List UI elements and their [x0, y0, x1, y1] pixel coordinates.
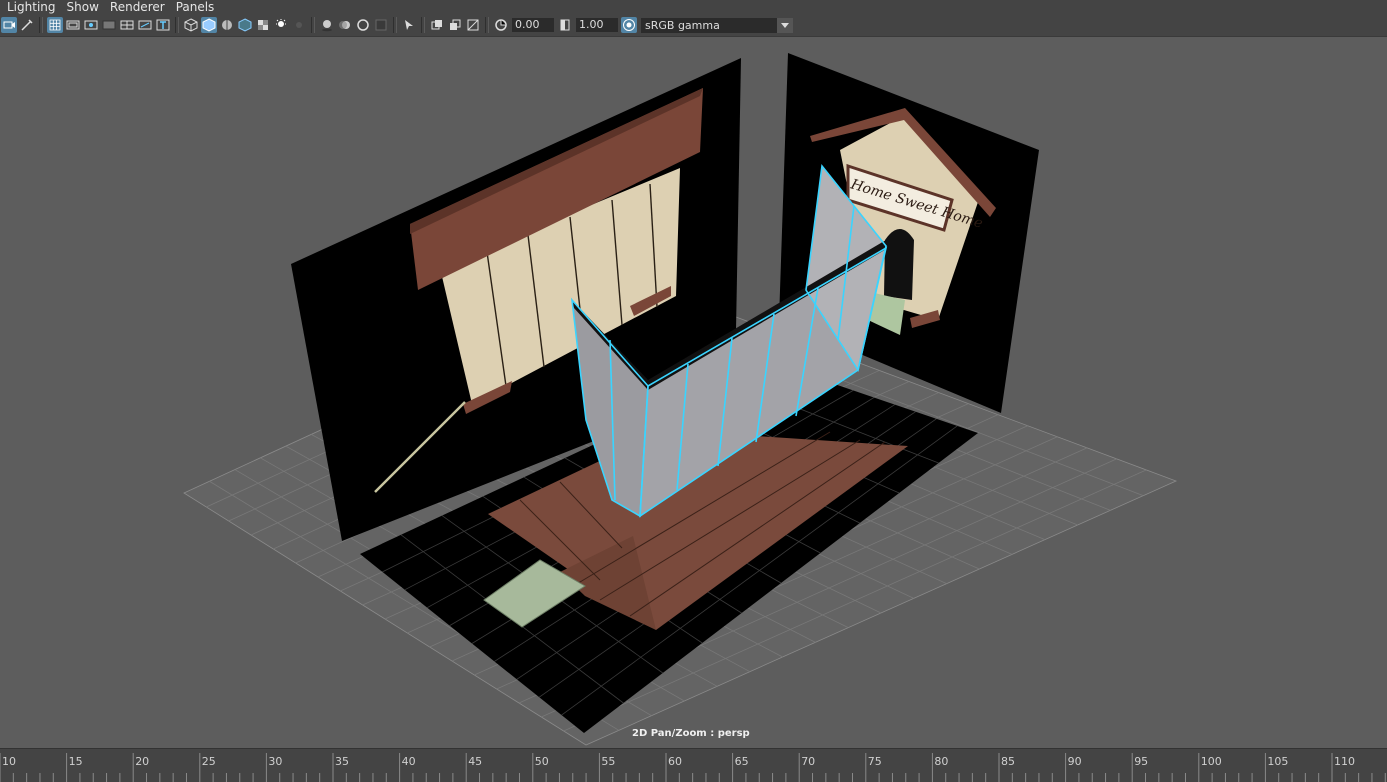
exposure-icon[interactable] — [493, 17, 509, 33]
resolution-gate-icon[interactable] — [83, 17, 99, 33]
backface-culling-icon[interactable] — [465, 17, 481, 33]
timeline-tick-label: 45 — [468, 755, 482, 768]
smooth-shade-icon[interactable] — [201, 17, 217, 33]
exposure-field[interactable]: 0.00 — [512, 18, 554, 32]
time-slider[interactable]: 10 15 20 25 30 35 40 45 50 55 60 65 70 75 80 85 90 95 100 1… — [0, 748, 1387, 782]
safe-title-icon[interactable] — [155, 17, 171, 33]
timeline-tick-label: 95 — [1134, 755, 1148, 768]
colorspace-value: sRGB gamma — [645, 18, 720, 32]
timeline-tick-label: 20 — [135, 755, 149, 768]
timeline-tick-label: 90 — [1068, 755, 1082, 768]
timeline-tick-label: 110 — [1334, 755, 1355, 768]
scene-render: Home Sweet Home — [183, 53, 1178, 746]
xray-icon[interactable] — [429, 17, 445, 33]
camera-attributes-icon[interactable] — [19, 17, 35, 33]
menu-renderer[interactable]: Renderer — [103, 0, 165, 14]
wireframe-on-shaded-icon[interactable] — [219, 17, 235, 33]
menu-show[interactable]: Show — [60, 0, 99, 14]
motion-blur-icon[interactable] — [337, 17, 353, 33]
timeline-tick-label: 60 — [668, 755, 682, 768]
color-management-icon[interactable] — [621, 17, 637, 33]
timeline-tick-label: 35 — [335, 755, 349, 768]
safe-action-icon[interactable] — [137, 17, 153, 33]
timeline-tick-label: 80 — [934, 755, 948, 768]
gamma-icon[interactable] — [557, 17, 573, 33]
xray-joints-icon[interactable] — [447, 17, 463, 33]
select-camera-icon[interactable] — [1, 17, 17, 33]
toolbar-separator — [39, 17, 43, 33]
field-chart-icon[interactable] — [119, 17, 135, 33]
film-gate-icon[interactable] — [65, 17, 81, 33]
timeline-tick-label: 15 — [69, 755, 83, 768]
depth-of-field-icon[interactable] — [373, 17, 389, 33]
timeline-tick-label: 50 — [535, 755, 549, 768]
timeline-tick-label: 30 — [268, 755, 282, 768]
gamma-field[interactable]: 1.00 — [576, 18, 618, 32]
3d-viewport[interactable]: Home Sweet Home 2D Pan/Zoom: persp — [0, 37, 1387, 748]
toolbar-separator — [421, 17, 425, 33]
timeline-tick-label: 75 — [868, 755, 882, 768]
shadows-icon[interactable] — [291, 17, 307, 33]
timeline-tick-label: 100 — [1201, 755, 1222, 768]
toolbar-separator — [393, 17, 397, 33]
toolbar-separator — [311, 17, 315, 33]
menu-lighting[interactable]: Lighting — [0, 0, 56, 14]
timeline-tick-label: 85 — [1001, 755, 1015, 768]
timeline-ruler: 10 15 20 25 30 35 40 45 50 55 60 65 70 75 80 85 90 95 100 1… — [0, 753, 1386, 782]
menu-bar: Lighting Show Renderer Panels — [0, 0, 1387, 14]
chevron-down-icon — [777, 17, 793, 33]
default-material-icon[interactable] — [237, 17, 253, 33]
timeline-tick-label: 70 — [801, 755, 815, 768]
isolate-select-icon[interactable] — [401, 17, 417, 33]
grid-icon[interactable] — [47, 17, 63, 33]
gate-mask-icon[interactable] — [101, 17, 117, 33]
timeline-tick-label: 40 — [402, 755, 416, 768]
toolbar-separator — [175, 17, 179, 33]
timeline-tick-label: 10 — [2, 755, 16, 768]
hud-pan-zoom-label: 2D Pan/Zoom : persp — [632, 728, 750, 739]
multisample-aa-icon[interactable] — [355, 17, 371, 33]
wireframe-icon[interactable] — [183, 17, 199, 33]
panel-toolbar: 0.00 1.00 sRGB gamma — [0, 14, 1387, 37]
screen-space-ao-icon[interactable] — [319, 17, 335, 33]
menu-panels[interactable]: Panels — [169, 0, 215, 14]
colorspace-dropdown[interactable]: sRGB gamma — [641, 17, 793, 33]
timeline-tick-label: 25 — [202, 755, 216, 768]
use-all-lights-icon[interactable] — [273, 17, 289, 33]
timeline-tick-label: 55 — [601, 755, 615, 768]
toolbar-separator — [485, 17, 489, 33]
timeline-tick-label: 105 — [1267, 755, 1288, 768]
timeline-tick-label: 65 — [735, 755, 749, 768]
textured-icon[interactable] — [255, 17, 271, 33]
